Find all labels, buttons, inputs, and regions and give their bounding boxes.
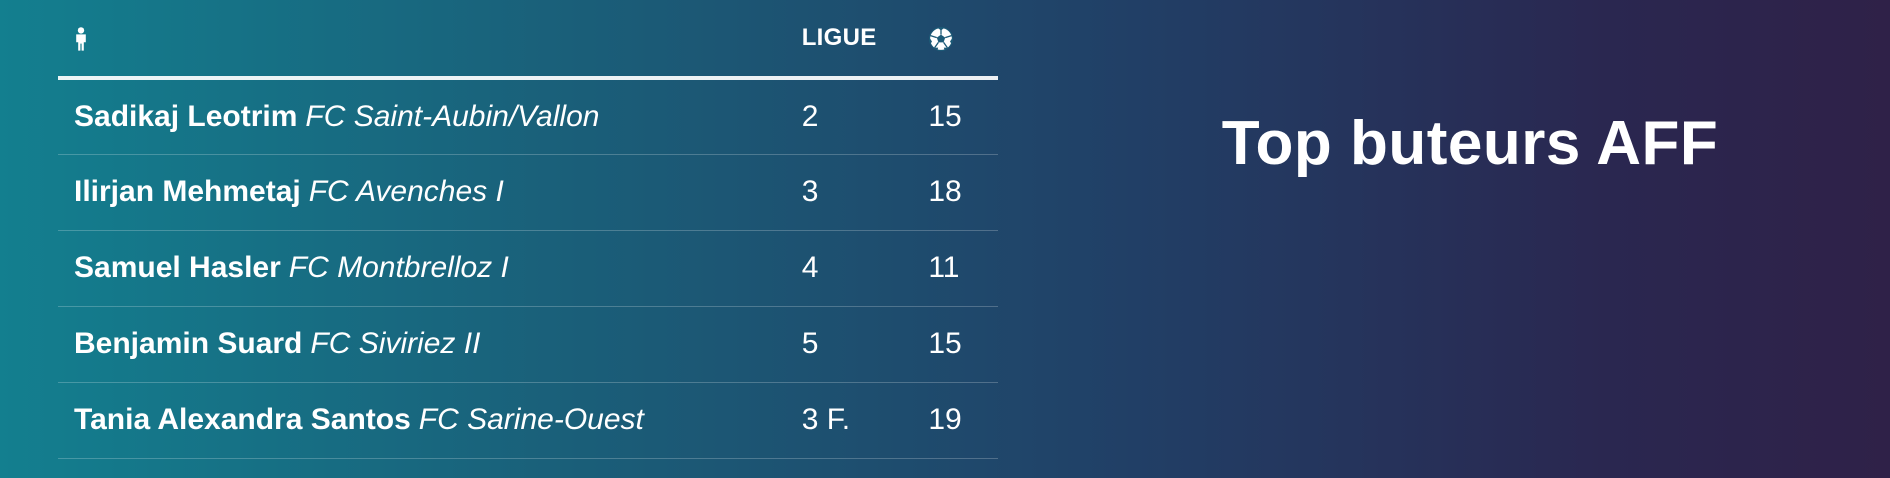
person-icon (74, 26, 88, 51)
player-cell: Tania Alexandra Santos FC Sarine-Ouest (58, 382, 802, 459)
goals-column-header[interactable] (928, 0, 998, 80)
player-name: Samuel Hasler (74, 251, 281, 284)
top-scorers-table: LIGUE Sadikaj Leotrim FC Saint-Aubin/Val… (58, 0, 998, 459)
league-column-header[interactable]: LIGUE (801, 0, 929, 80)
player-cell: Samuel Hasler FC Montbrelloz I (58, 230, 802, 307)
player-cell: Benjamin Suard FC Siviriez II (58, 306, 802, 383)
goals-cell: 18 (928, 154, 998, 231)
league-cell: 3 (801, 154, 929, 231)
player-column-header[interactable] (58, 0, 802, 80)
player-club: FC Montbrelloz I (288, 251, 509, 284)
league-cell: 3 F. (801, 382, 929, 459)
player-club: FC Saint-Aubin/Vallon (305, 99, 600, 133)
player-cell: Sadikaj Leotrim FC Saint-Aubin/Vallon (58, 78, 802, 155)
player-name: Sadikaj Leotrim (74, 99, 298, 133)
player-name: Tania Alexandra Santos (74, 403, 411, 436)
player-club: FC Siviriez II (310, 327, 481, 360)
table-row[interactable]: Samuel Hasler FC Montbrelloz I 4 11 (58, 230, 998, 307)
league-cell: 4 (801, 230, 929, 307)
goals-cell: 15 (928, 306, 998, 383)
page-title: Top buteurs AFF (1221, 109, 1719, 178)
league-cell: 2 (801, 78, 929, 155)
page: { "title": "Top buteurs AFF", "table": {… (0, 0, 1890, 478)
table-row[interactable]: Benjamin Suard FC Siviriez II 5 15 (58, 306, 998, 383)
table-row[interactable]: Tania Alexandra Santos FC Sarine-Ouest 3 … (58, 382, 998, 459)
table-row[interactable]: Ilirjan Mehmetaj FC Avenches I 3 18 (58, 154, 998, 231)
table-row[interactable]: Sadikaj Leotrim FC Saint-Aubin/Vallon 2 1… (58, 78, 998, 155)
player-name: Benjamin Suard (74, 327, 303, 360)
player-cell: Ilirjan Mehmetaj FC Avenches I (58, 154, 802, 231)
goals-cell: 15 (928, 78, 998, 155)
soccer-ball-icon (928, 26, 954, 52)
table-body: Sadikaj Leotrim FC Saint-Aubin/Vallon 2 1… (58, 78, 998, 459)
table-header: LIGUE (58, 0, 998, 80)
table-header-row: LIGUE (58, 0, 998, 80)
player-club: FC Avenches I (308, 175, 504, 208)
goals-cell: 19 (928, 382, 998, 459)
player-club: FC Sarine-Ouest (418, 403, 644, 436)
goals-cell: 11 (928, 230, 998, 307)
league-cell: 5 (801, 306, 929, 383)
player-name: Ilirjan Mehmetaj (74, 175, 301, 208)
